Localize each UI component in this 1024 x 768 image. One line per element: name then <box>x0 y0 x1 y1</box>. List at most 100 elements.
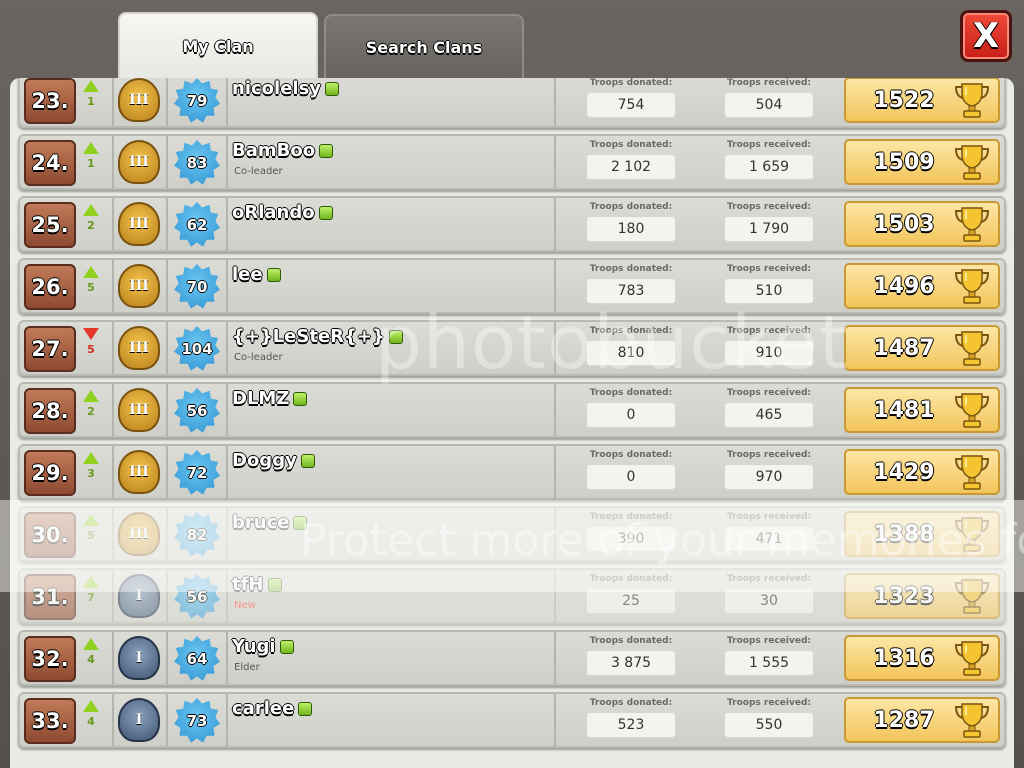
league-shield-icon: I <box>118 636 160 680</box>
player-name: bruce <box>232 512 308 533</box>
tab-search-clans[interactable]: Search Clans <box>324 14 524 78</box>
troops-donated-label: Troops donated: <box>589 512 673 522</box>
troops-donated-label: Troops donated: <box>589 636 673 646</box>
troops-received-label: Troops received: <box>727 78 811 88</box>
rank-badge: 26. <box>24 264 76 310</box>
troops-received-value: 970 <box>724 464 814 490</box>
member-row[interactable]: 24. 1 III 83 BamBoo Co-leader Troops don… <box>18 134 1006 190</box>
trend-up-arrow-icon <box>83 452 99 464</box>
xp-level-star-icon: 62 <box>174 202 220 247</box>
trophy-count-badge: 1316 <box>844 635 1000 681</box>
troops-donated-label: Troops donated: <box>589 78 673 88</box>
divider <box>554 384 556 436</box>
member-row[interactable]: 26. 5 III 70 lee Troops donated: 783 Tro… <box>18 258 1006 314</box>
trend-indicator: 7 <box>82 576 100 604</box>
divider <box>166 78 168 126</box>
trophy-count-badge: 1388 <box>844 511 1000 557</box>
online-status-icon <box>298 701 313 716</box>
divider <box>226 570 228 622</box>
troops-donated-value: 180 <box>586 216 676 242</box>
troops-donated-label: Troops donated: <box>589 202 673 212</box>
trophy-count-badge: 1429 <box>844 449 1000 495</box>
member-role: Elder <box>234 662 260 673</box>
trend-up-arrow-icon <box>83 638 99 650</box>
member-row[interactable]: 28. 2 III 56 DLMZ Troops donated: 0 Troo… <box>18 382 1006 438</box>
rank-badge: 33. <box>24 698 76 744</box>
divider <box>166 570 168 622</box>
trend-indicator: 2 <box>82 204 100 232</box>
rank-badge: 29. <box>24 450 76 496</box>
trophy-count: 1503 <box>873 211 935 237</box>
trophy-count-badge: 1287 <box>844 697 1000 743</box>
divider <box>112 260 114 312</box>
trophy-count-badge: 1503 <box>844 201 1000 247</box>
troops-received-value: 1 790 <box>724 216 814 242</box>
player-name-text: carlee <box>232 698 295 719</box>
divider <box>554 632 556 684</box>
online-status-icon <box>318 205 333 220</box>
rank-badge: 32. <box>24 636 76 682</box>
member-list-panel[interactable]: 23. 1 III 79 nicolelsy Troops donated: 7… <box>10 78 1014 768</box>
troops-received-value: 1 555 <box>724 650 814 676</box>
trend-indicator: 5 <box>82 514 100 542</box>
divider <box>226 322 228 374</box>
rank-change: 4 <box>87 715 95 728</box>
member-row[interactable]: 25. 2 III 62 oRlando Troops donated: 180… <box>18 196 1006 252</box>
rank-change: 1 <box>87 95 95 108</box>
divider <box>112 694 114 746</box>
divider <box>226 384 228 436</box>
xp-level-star-icon: 56 <box>174 388 220 433</box>
league-shield-icon: III <box>118 388 160 432</box>
troops-received-value: 30 <box>724 588 814 614</box>
member-row[interactable]: 27. 5 III 104 {+}LeSteR{+} Co-leader Tro… <box>18 320 1006 376</box>
divider <box>226 136 228 188</box>
player-name: lee <box>232 264 281 285</box>
trend-up-arrow-icon <box>83 266 99 278</box>
troops-donated-label: Troops donated: <box>589 388 673 398</box>
divider <box>554 260 556 312</box>
trophy-icon <box>954 641 990 676</box>
trophy-count-badge: 1481 <box>844 387 1000 433</box>
trophy-icon <box>954 455 990 490</box>
close-button[interactable]: X <box>960 10 1012 62</box>
member-row[interactable]: 23. 1 III 79 nicolelsy Troops donated: 7… <box>18 78 1006 128</box>
member-list: 23. 1 III 79 nicolelsy Troops donated: 7… <box>18 78 1006 754</box>
trophy-count-badge: 1487 <box>844 325 1000 371</box>
divider <box>166 632 168 684</box>
trophy-icon <box>954 579 990 614</box>
troops-received-value: 550 <box>724 712 814 738</box>
trend-indicator: 5 <box>82 266 100 294</box>
troops-received-label: Troops received: <box>727 636 811 646</box>
troops-received-label: Troops received: <box>727 698 811 708</box>
divider <box>166 260 168 312</box>
divider <box>166 508 168 560</box>
member-row[interactable]: 33. 4 I 73 carlee Troops donated: 523 Tr… <box>18 692 1006 748</box>
member-row[interactable]: 30. 5 III 82 bruce Troops donated: 390 T… <box>18 506 1006 562</box>
xp-level-star-icon: 82 <box>174 512 220 557</box>
online-status-icon <box>267 577 282 592</box>
troops-received-value: 504 <box>724 92 814 118</box>
divider <box>554 570 556 622</box>
divider <box>554 78 556 126</box>
divider <box>166 694 168 746</box>
rank-change: 5 <box>87 529 95 542</box>
troops-donated-label: Troops donated: <box>589 140 673 150</box>
trophy-count: 1522 <box>873 87 935 113</box>
rank-badge: 28. <box>24 388 76 434</box>
tab-my-clan[interactable]: My Clan <box>118 12 318 78</box>
divider <box>112 198 114 250</box>
trophy-icon <box>954 393 990 428</box>
divider <box>166 136 168 188</box>
trophy-count: 1323 <box>873 583 935 609</box>
xp-level-star-icon: 83 <box>174 140 220 185</box>
rank-change: 2 <box>87 219 95 232</box>
member-row[interactable]: 29. 3 III 72 Doggy Troops donated: 0 Tro… <box>18 444 1006 500</box>
divider <box>554 508 556 560</box>
member-row[interactable]: 31. 7 I 56 tfH New Troops donated: 25 Tr… <box>18 568 1006 624</box>
member-row[interactable]: 32. 4 I 64 Yugi Elder Troops donated: 3 … <box>18 630 1006 686</box>
divider <box>554 446 556 498</box>
divider <box>226 260 228 312</box>
league-shield-icon: III <box>118 202 160 246</box>
trend-up-arrow-icon <box>83 390 99 402</box>
player-name-text: Doggy <box>232 450 297 471</box>
